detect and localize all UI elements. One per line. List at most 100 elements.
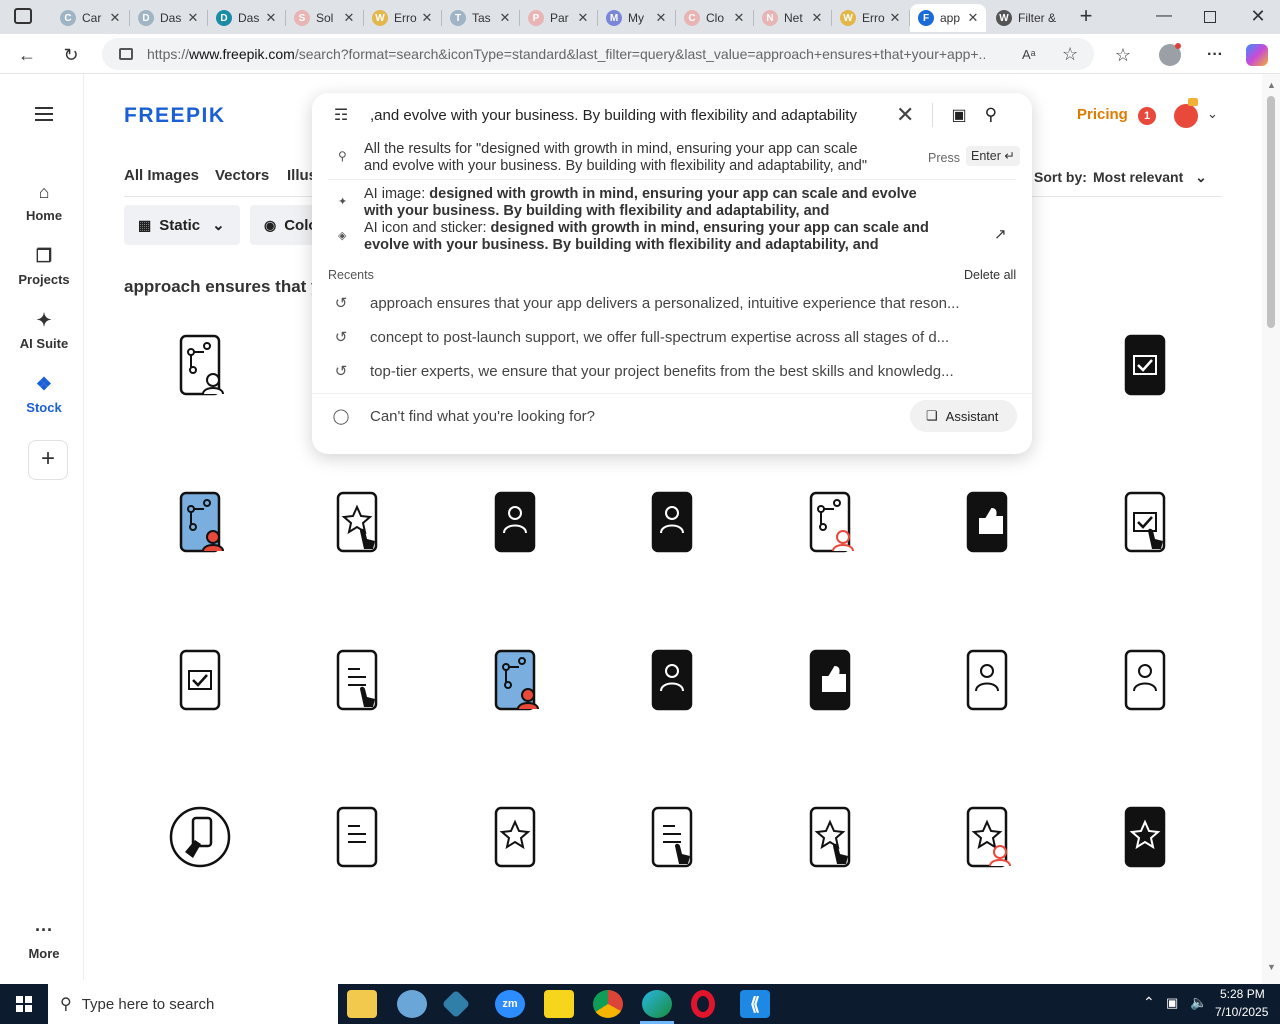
result-icon-card[interactable]: [465, 630, 565, 730]
site-info-icon[interactable]: [119, 48, 133, 60]
sidebar-item-projects[interactable]: ❐ Projects: [4, 244, 84, 287]
browser-tab[interactable]: W Erro ✕: [364, 4, 440, 32]
freepik-logo[interactable]: FREEPIK: [124, 104, 226, 128]
all-results-suggestion[interactable]: ⚲ All the results for "designed with gro…: [312, 141, 1032, 175]
browser-tab[interactable]: W Erro ✕: [832, 4, 908, 32]
result-icon-card[interactable]: [937, 472, 1037, 572]
ai-icon-suggestion[interactable]: ◈ AI icon and sticker: designed with gro…: [312, 220, 1032, 254]
result-icon-card[interactable]: [465, 787, 565, 887]
chrome-icon[interactable]: [593, 990, 623, 1018]
notifications-icon[interactable]: 1: [1138, 107, 1156, 125]
result-icon-card[interactable]: [780, 787, 880, 887]
close-tab-icon[interactable]: ✕: [888, 10, 902, 26]
opera-icon[interactable]: [691, 990, 715, 1018]
clear-search-icon[interactable]: ✕: [896, 102, 914, 128]
result-icon-card[interactable]: [780, 630, 880, 730]
add-button[interactable]: +: [28, 440, 68, 480]
url-field[interactable]: https://www.freepik.com/search?format=se…: [102, 38, 1094, 70]
static-filter[interactable]: ▦ Static ⌄: [124, 205, 240, 245]
read-aloud-icon[interactable]: Aᵃ: [1022, 47, 1036, 62]
recent-search-item[interactable]: ↺ concept to post-launch support, we off…: [312, 320, 1032, 354]
minimize-button[interactable]: —: [1152, 4, 1176, 30]
settings-menu-icon[interactable]: ···: [1202, 42, 1228, 68]
tab-all-images[interactable]: All Images: [124, 167, 199, 184]
paint-icon[interactable]: [397, 990, 427, 1018]
result-icon-card[interactable]: [1095, 630, 1195, 730]
delete-all-button[interactable]: Delete all: [964, 268, 1016, 282]
sidebar-item-ai-suite[interactable]: ✦ AI Suite: [4, 308, 84, 351]
zoom-icon[interactable]: zm: [495, 990, 525, 1018]
tab-vectors[interactable]: Vectors: [215, 167, 269, 184]
browser-tab[interactable]: N Net ✕: [754, 4, 830, 32]
result-icon-card[interactable]: [1095, 315, 1195, 415]
app-icon[interactable]: [441, 989, 471, 1019]
volume-icon[interactable]: 🔈: [1190, 994, 1207, 1011]
vscode-icon[interactable]: ⟪: [740, 990, 770, 1018]
scroll-up-arrow[interactable]: ▲: [1267, 80, 1276, 90]
close-tab-icon[interactable]: ✕: [342, 10, 356, 26]
result-icon-card[interactable]: [307, 472, 407, 572]
filter-settings-icon[interactable]: ☶: [312, 105, 370, 125]
result-icon-card[interactable]: [1095, 472, 1195, 572]
result-icon-card[interactable]: [150, 472, 250, 572]
scroll-down-arrow[interactable]: ▼: [1267, 962, 1276, 972]
result-icon-card[interactable]: [622, 630, 722, 730]
page-scrollbar[interactable]: ▲ ▼: [1262, 74, 1280, 984]
recent-search-item[interactable]: ↺ top-tier experts, we ensure that your …: [312, 354, 1032, 388]
copilot-icon[interactable]: [1246, 44, 1268, 66]
result-icon-card[interactable]: [150, 787, 250, 887]
back-button[interactable]: ←: [14, 42, 40, 68]
browser-tab[interactable]: T Tas ✕: [442, 4, 518, 32]
tab-actions-icon[interactable]: [14, 8, 32, 24]
tray-chevron-icon[interactable]: ⌃: [1143, 994, 1155, 1011]
ai-image-suggestion[interactable]: ✦ AI image: designed with growth in mind…: [312, 186, 1032, 220]
close-tab-icon[interactable]: ✕: [186, 10, 200, 26]
result-icon-card[interactable]: [150, 315, 250, 415]
file-explorer-icon[interactable]: [347, 990, 377, 1018]
recent-search-item[interactable]: ↺ approach ensures that your app deliver…: [312, 286, 1032, 320]
search-icon[interactable]: ⚲: [985, 105, 997, 125]
close-tab-icon[interactable]: ✕: [654, 10, 668, 26]
close-tab-icon[interactable]: ✕: [498, 10, 512, 26]
close-tab-icon[interactable]: ✕: [576, 10, 590, 26]
arrow-up-right-icon[interactable]: ↗: [994, 227, 1007, 243]
close-tab-icon[interactable]: ✕: [420, 10, 434, 26]
pricing-link[interactable]: Pricing: [1077, 106, 1128, 123]
edge-icon[interactable]: [642, 990, 672, 1018]
clock-time[interactable]: 5:28 PM: [1220, 987, 1265, 1001]
close-tab-icon[interactable]: ✕: [810, 10, 824, 26]
result-icon-card[interactable]: [937, 787, 1037, 887]
sidebar-item-more[interactable]: ··· More: [4, 918, 84, 961]
browser-tab[interactable]: P Par ✕: [520, 4, 596, 32]
browser-tab[interactable]: D Das ✕: [208, 4, 284, 32]
result-icon-card[interactable]: [937, 630, 1037, 730]
network-icon[interactable]: ▣: [1166, 995, 1178, 1011]
close-tab-icon[interactable]: ✕: [264, 10, 278, 26]
close-window-button[interactable]: ✕: [1246, 4, 1270, 30]
hamburger-menu-icon[interactable]: [35, 107, 53, 121]
favorite-star-icon[interactable]: ☆: [1062, 44, 1078, 65]
clock-date[interactable]: 7/10/2025: [1215, 1005, 1268, 1019]
taskbar-search[interactable]: ⚲ Type here to search: [48, 984, 338, 1024]
maximize-button[interactable]: [1204, 11, 1216, 23]
search-input[interactable]: [370, 106, 890, 124]
browser-tab[interactable]: W Filter &: [988, 4, 1068, 32]
browser-tab[interactable]: C Car ✕: [52, 4, 128, 32]
sidebar-item-stock[interactable]: ❖ Stock: [4, 372, 84, 415]
scroll-thumb[interactable]: [1267, 96, 1275, 328]
browser-tab[interactable]: Fapp ✕: [910, 4, 986, 32]
favorites-icon[interactable]: ☆: [1110, 42, 1136, 68]
browser-tab[interactable]: C Clo ✕: [676, 4, 752, 32]
close-tab-icon[interactable]: ✕: [732, 10, 746, 26]
result-icon-card[interactable]: [622, 787, 722, 887]
browser-tab[interactable]: M My ✕: [598, 4, 674, 32]
chevron-down-icon[interactable]: ⌄: [1207, 106, 1218, 122]
windows-start-icon[interactable]: [16, 996, 32, 1012]
result-icon-card[interactable]: [622, 472, 722, 572]
result-icon-card[interactable]: [307, 787, 407, 887]
close-tab-icon[interactable]: ✕: [108, 10, 122, 26]
browser-tab[interactable]: S Sol ✕: [286, 4, 362, 32]
result-icon-card[interactable]: [465, 472, 565, 572]
sticky-notes-icon[interactable]: [544, 990, 574, 1018]
result-icon-card[interactable]: [150, 630, 250, 730]
